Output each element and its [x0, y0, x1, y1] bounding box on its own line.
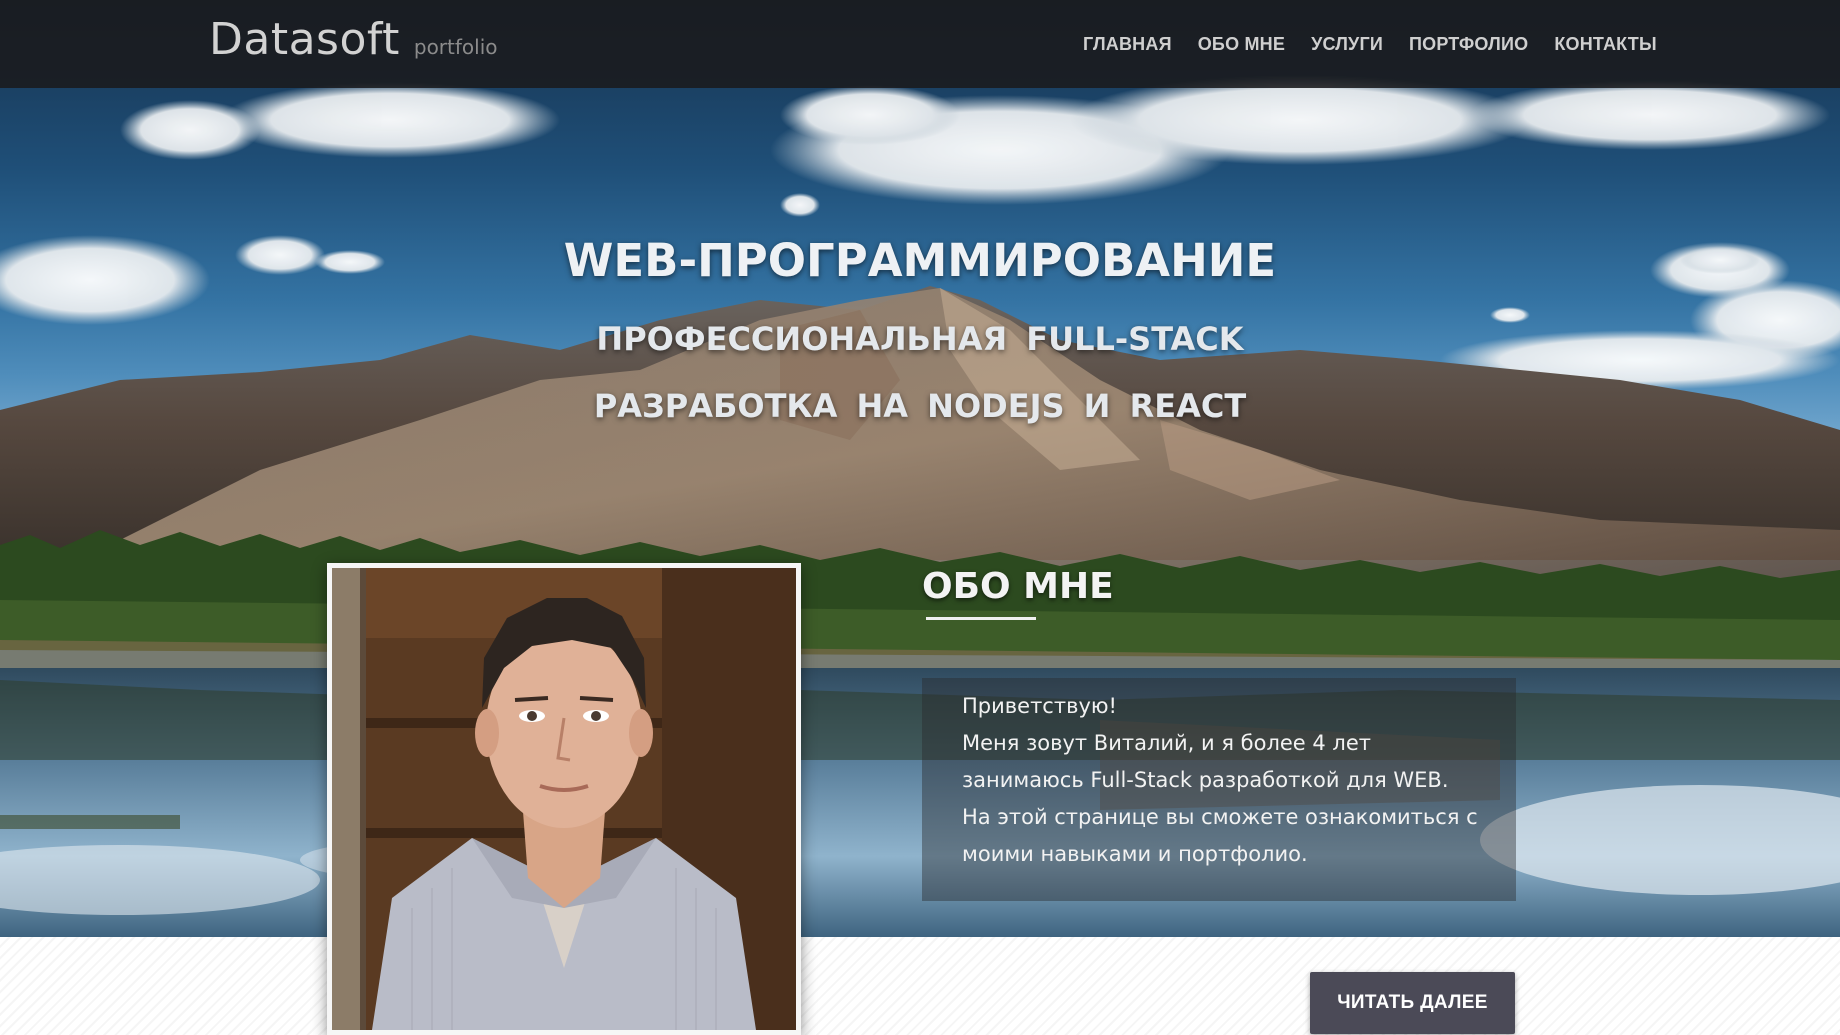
read-more-button[interactable]: ЧИТАТЬ ДАЛЕЕ — [1310, 972, 1515, 1034]
main-nav: ГЛАВНАЯ ОБО МНЕ УСЛУГИ ПОРТФОЛИО КОНТАКТ… — [1070, 30, 1670, 59]
nav-item-home[interactable]: ГЛАВНАЯ — [1070, 30, 1185, 59]
site-logo[interactable]: Datasoft portfolio — [209, 14, 498, 65]
about-line-greeting: Приветствую! — [962, 694, 1117, 718]
nav-item-contacts[interactable]: КОНТАКТЫ — [1541, 30, 1670, 59]
about-title-underline — [926, 617, 1036, 620]
hero-subtitle: ПРОФЕССИОНАЛЬНАЯ FULL-STACK РАЗРАБОТКА Н… — [593, 320, 1247, 425]
about-text: Приветствую! Меня зовут Виталий, и я бол… — [962, 688, 1502, 873]
hero-background — [0, 0, 1840, 937]
about-line-intro: На этой странице вы сможете ознакомиться… — [962, 805, 1478, 829]
logo-main-text: Datasoft — [209, 14, 400, 65]
nav-item-services[interactable]: УСЛУГИ — [1298, 30, 1396, 59]
nav-item-about[interactable]: ОБО МНЕ — [1185, 30, 1298, 59]
landscape-image — [0, 75, 1840, 937]
about-line-portfolio: моими навыками и портфолио. — [962, 842, 1308, 866]
profile-photo — [327, 563, 801, 1035]
about-title: ОБО МНЕ — [922, 566, 1114, 607]
portrait-image — [332, 568, 796, 1030]
about-line-experience: занимаюсь Full-Stack разработкой для WEB… — [962, 768, 1449, 792]
logo-sub-text: portfolio — [413, 35, 498, 59]
nav-item-portfolio[interactable]: ПОРТФОЛИО — [1396, 30, 1541, 59]
page-background-strip — [0, 937, 1840, 1035]
top-navbar: Datasoft portfolio ГЛАВНАЯ ОБО МНЕ УСЛУГ… — [0, 0, 1840, 88]
about-line-name: Меня зовут Виталий, и я более 4 лет — [962, 731, 1372, 755]
hero-title: WEB-ПРОГРАММИРОВАНИЕ — [563, 234, 1277, 287]
